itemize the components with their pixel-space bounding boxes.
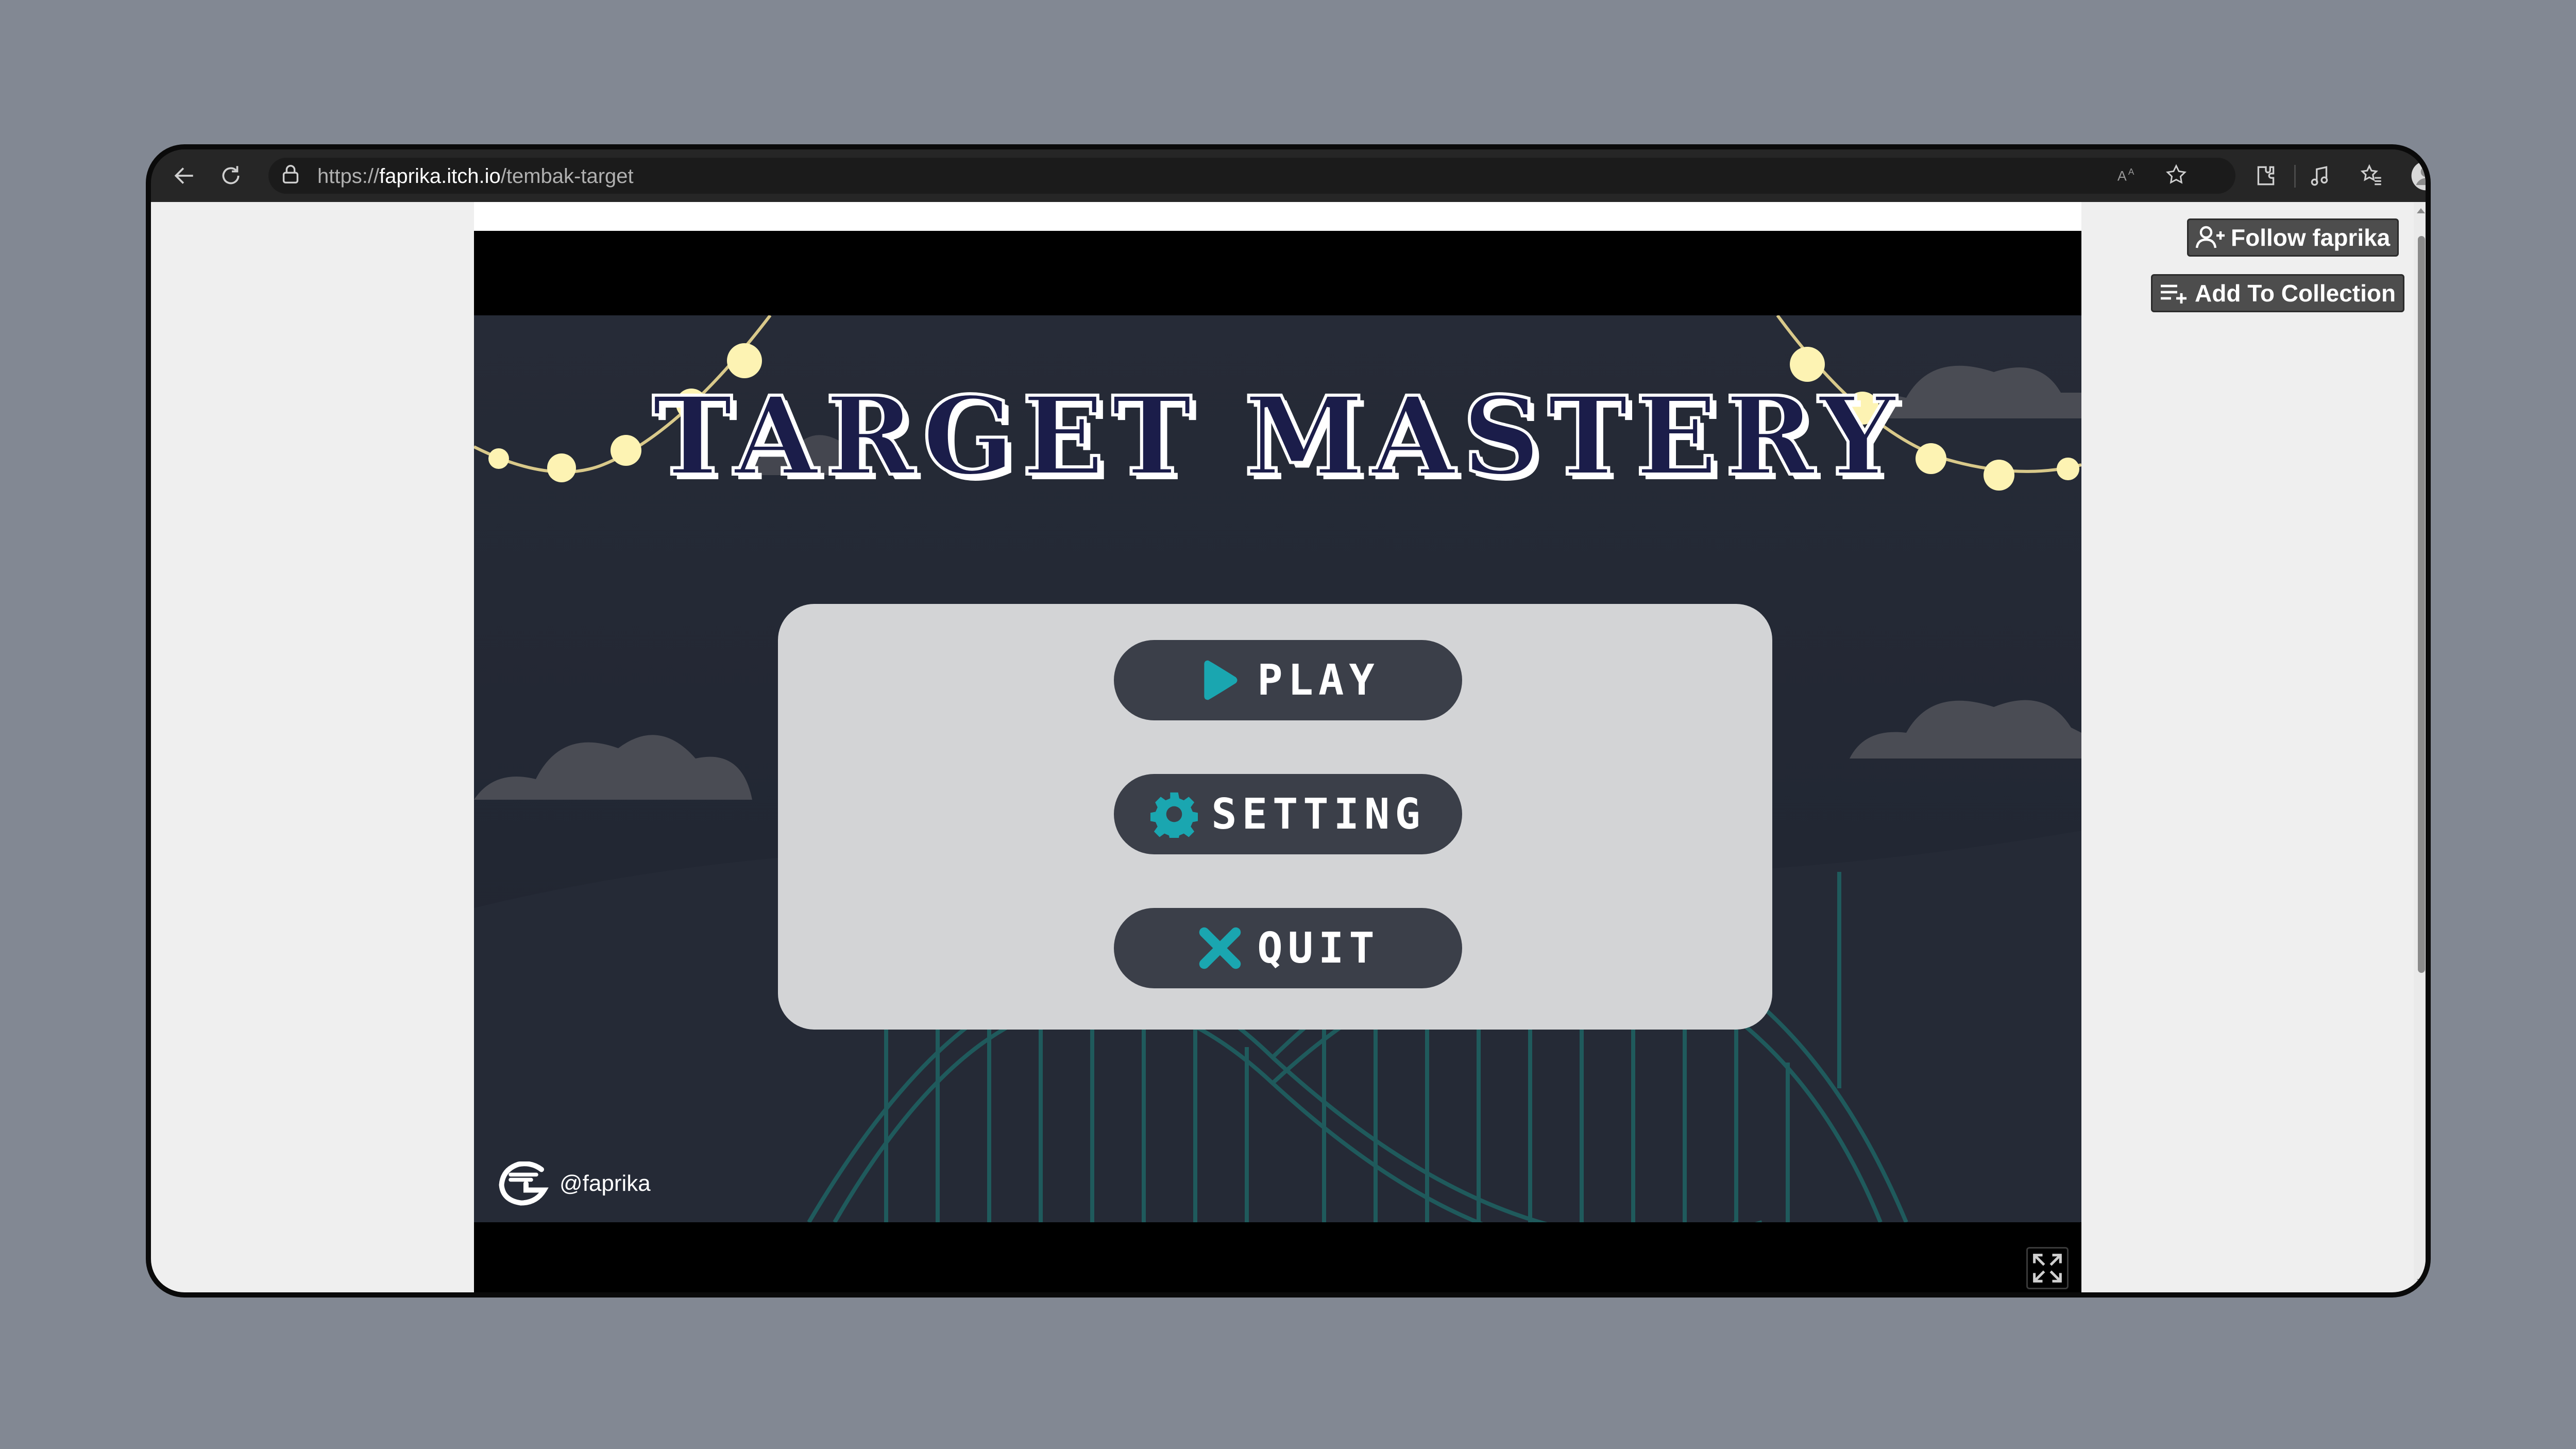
main-menu-panel: PLAY SETTING QUIT [778,604,1772,1030]
game-letterbox-top [474,231,2081,315]
scroll-down-icon[interactable] [2416,1276,2426,1286]
fullscreen-icon [2033,1254,2062,1283]
follow-button[interactable]: Follow faprika [2187,218,2399,257]
developer-handle: @faprika [560,1171,651,1196]
favorite-star-icon[interactable] [2164,163,2188,187]
browser-window: https://faprika.itch.io/tembak-target AA [146,144,2431,1298]
toolbar-separator [2294,165,2296,188]
game-canvas[interactable]: TARGET MASTERY PLAY SETTING QUIT @faprik… [474,315,2081,1222]
play-label: PLAY [1257,655,1380,705]
page-header-strip [474,202,2081,231]
collection-label: Add To Collection [2195,280,2396,307]
page-content: TARGET MASTERY PLAY SETTING QUIT @faprik… [151,202,2426,1292]
svg-text:A: A [2117,169,2127,184]
setting-label: SETTING [1211,789,1426,839]
quit-button[interactable]: QUIT [1114,908,1462,988]
favorites-list-icon[interactable] [2359,163,2384,189]
setting-button[interactable]: SETTING [1114,774,1462,854]
back-icon[interactable] [172,163,197,189]
play-button[interactable]: PLAY [1114,640,1462,720]
extensions-icon[interactable] [2253,163,2279,189]
page-scrollbar[interactable] [2414,202,2426,1292]
fullscreen-button[interactable] [2026,1247,2069,1289]
address-bar[interactable]: https://faprika.itch.io/tembak-target AA [268,158,2235,194]
developer-logo-icon [499,1161,549,1206]
browser-toolbar: https://faprika.itch.io/tembak-target AA [151,149,2426,202]
media-icon[interactable] [2307,163,2333,189]
scrollbar-thumb[interactable] [2418,236,2425,973]
game-title: TARGET MASTERY [651,373,1904,500]
add-to-collection-button[interactable]: Add To Collection [2151,274,2405,312]
game-letterbox-bottom [474,1222,2081,1292]
playlist-add-icon [2161,284,2187,304]
gear-icon [1150,792,1198,838]
read-aloud-icon[interactable]: AA [2115,163,2139,187]
close-icon [1199,927,1241,969]
follow-label: Follow faprika [2231,224,2391,251]
svg-text:A: A [2128,166,2134,177]
profile-avatar-icon[interactable] [2410,160,2426,192]
scroll-up-icon[interactable] [2416,206,2426,216]
developer-credit: @faprika [498,1160,651,1207]
refresh-icon[interactable] [218,163,244,189]
cloud-right [1850,700,2081,759]
play-icon [1204,660,1238,700]
quit-label: QUIT [1257,923,1380,973]
url-text[interactable]: https://faprika.itch.io/tembak-target [317,165,634,188]
cloud-left [474,735,752,800]
add-user-icon [2195,226,2225,248]
lock-icon[interactable] [279,163,302,187]
